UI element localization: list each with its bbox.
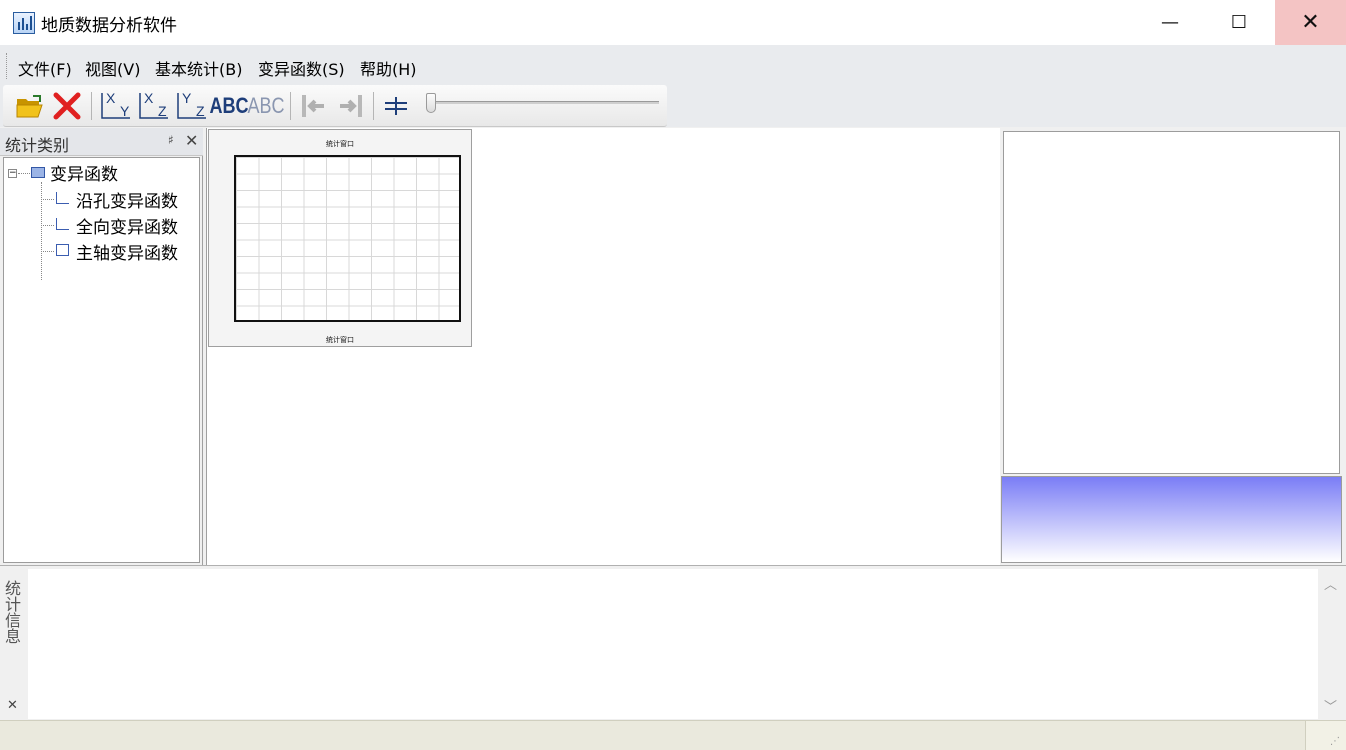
tree-item-label: 主轴变异函数 bbox=[76, 244, 178, 264]
label-off-button[interactable]: ABC bbox=[247, 89, 284, 123]
folder-open-icon bbox=[16, 95, 43, 118]
info-panel: 统计信息 ✕ ︿ ﹀ bbox=[0, 565, 1346, 720]
info-text-area[interactable] bbox=[28, 569, 1318, 719]
resize-grip[interactable]: ⋰ bbox=[1305, 721, 1346, 750]
stat-window-bottom-label: 统计窗口 bbox=[326, 336, 354, 344]
tree-collapse-icon[interactable]: − bbox=[8, 169, 17, 178]
zoom-slider-track[interactable] bbox=[431, 101, 659, 104]
svg-text:X: X bbox=[144, 90, 154, 106]
toolbar: X Y X Z Y Z ABC ABC bbox=[3, 85, 667, 127]
axis-xz-icon: X Z bbox=[139, 90, 168, 119]
menu-help[interactable]: 帮助(H) bbox=[360, 56, 417, 80]
app-icon bbox=[13, 12, 35, 34]
color-gradient-box bbox=[1001, 476, 1342, 563]
axis-yz-icon: Y Z bbox=[177, 90, 206, 119]
toolbar-separator bbox=[373, 92, 374, 120]
category-panel-header: 统计类别 ♯ ✕ bbox=[0, 128, 203, 156]
category-panel: 统计类别 ♯ ✕ − 变异函数 沿孔变异函数 全向变异函数 主轴变异函数 bbox=[0, 128, 203, 565]
info-panel-tab[interactable]: 统计信息 bbox=[2, 580, 23, 644]
arrow-left-bar-icon bbox=[302, 95, 324, 117]
axis-xy-button[interactable]: X Y bbox=[99, 89, 133, 123]
toolbar-separator bbox=[91, 92, 92, 120]
tree-line bbox=[41, 251, 54, 252]
close-button[interactable]: ✕ bbox=[1275, 0, 1346, 45]
label-on-button[interactable]: ABC bbox=[209, 89, 248, 123]
delete-x-icon bbox=[53, 92, 81, 120]
arrow-right-bar-icon bbox=[340, 95, 362, 117]
stat-window-top-label: 统计窗口 bbox=[326, 140, 354, 148]
window-title: 地质数据分析软件 bbox=[41, 16, 177, 36]
scroll-down-icon[interactable]: ﹀ bbox=[1324, 696, 1337, 715]
tree-line bbox=[18, 173, 30, 174]
axis-xy-icon: X Y bbox=[101, 90, 130, 119]
delete-button[interactable] bbox=[51, 89, 83, 123]
menu-variogram[interactable]: 变异函数(S) bbox=[258, 56, 345, 80]
stat-plot-area bbox=[234, 155, 461, 322]
menu-file[interactable]: 文件(F) bbox=[18, 56, 72, 80]
open-button[interactable] bbox=[13, 89, 47, 123]
menu-grip bbox=[6, 53, 9, 79]
close-icon: ✕ bbox=[1301, 10, 1320, 35]
category-panel-title: 统计类别 bbox=[5, 136, 70, 155]
svg-text:Z: Z bbox=[196, 103, 205, 119]
crosshair-button[interactable] bbox=[381, 89, 411, 123]
tree-line bbox=[41, 225, 54, 226]
status-bar: ⋰ bbox=[0, 720, 1346, 750]
maximize-icon: ☐ bbox=[1230, 12, 1248, 33]
preview-box bbox=[1003, 131, 1340, 474]
tree-item-label: 沿孔变异函数 bbox=[76, 192, 178, 212]
toolbar-separator bbox=[290, 92, 291, 120]
toolbar-area: X Y X Z Y Z ABC ABC bbox=[0, 85, 1346, 127]
info-close-icon[interactable]: ✕ bbox=[7, 698, 18, 713]
zoom-slider-thumb[interactable] bbox=[426, 93, 436, 113]
move-right-button[interactable] bbox=[335, 89, 367, 123]
move-left-button[interactable] bbox=[297, 89, 329, 123]
preview-panel bbox=[1000, 128, 1346, 565]
maximize-button[interactable]: ☐ bbox=[1204, 0, 1274, 45]
axis-xz-button[interactable]: X Z bbox=[137, 89, 171, 123]
panel-close-icon[interactable]: ✕ bbox=[185, 131, 198, 150]
axis-yz-button[interactable]: Y Z bbox=[175, 89, 209, 123]
pin-icon[interactable]: ♯ bbox=[168, 133, 174, 147]
menu-bar: 文件(F) 视图(V) 基本统计(B) 变异函数(S) 帮助(H) bbox=[0, 45, 1346, 85]
svg-text:Y: Y bbox=[120, 103, 130, 119]
tree-line bbox=[41, 199, 54, 200]
line-chart-icon bbox=[56, 192, 69, 204]
title-bar: 地质数据分析软件 — ☐ ✕ bbox=[0, 0, 1346, 45]
stat-window[interactable]: 统计窗口 统计窗口 bbox=[208, 129, 472, 347]
tree-root-variogram[interactable]: 变异函数 bbox=[50, 160, 118, 185]
minimize-icon: — bbox=[1161, 12, 1179, 33]
tree-item-label: 全向变异函数 bbox=[76, 218, 178, 238]
minimize-button[interactable]: — bbox=[1135, 0, 1205, 45]
menu-view[interactable]: 视图(V) bbox=[85, 56, 140, 80]
svg-text:Y: Y bbox=[182, 90, 192, 106]
folder-icon bbox=[31, 167, 45, 178]
category-tree: − 变异函数 沿孔变异函数 全向变异函数 主轴变异函数 bbox=[3, 157, 200, 563]
resize-grip-icon: ⋰ bbox=[1330, 736, 1340, 747]
menu-basic-stats[interactable]: 基本统计(B) bbox=[155, 56, 242, 80]
crosshair-icon bbox=[385, 97, 407, 115]
tree-line bbox=[41, 182, 42, 280]
scroll-up-icon[interactable]: ︿ bbox=[1324, 574, 1337, 593]
main-canvas[interactable]: 统计窗口 统计窗口 bbox=[206, 128, 1000, 565]
area-chart-icon bbox=[56, 244, 69, 256]
svg-text:Z: Z bbox=[158, 103, 167, 119]
svg-text:X: X bbox=[106, 90, 116, 106]
scatter-chart-icon bbox=[56, 218, 69, 230]
